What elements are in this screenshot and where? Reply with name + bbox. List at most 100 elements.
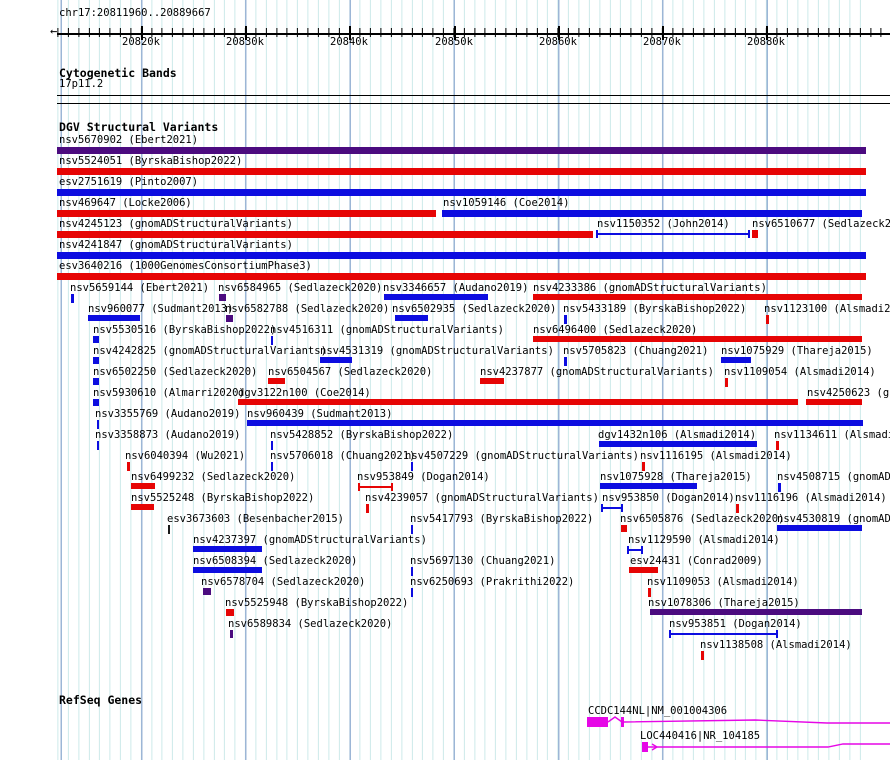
variant-label[interactable]: nsv5428852 (ByrskaBishop2022) — [270, 430, 453, 441]
variant-label[interactable]: nsv5659144 (Ebert2021) — [70, 283, 209, 294]
variant-bar[interactable] — [752, 230, 758, 238]
variant-label[interactable]: esv3640216 (1000GenomesConsortiumPhase3) — [59, 261, 312, 272]
variant-label[interactable]: nsv6508394 (Sedlazeck2020) — [193, 556, 357, 567]
variant-bar[interactable] — [725, 378, 728, 387]
variant-label[interactable]: nsv1116196 (Alsmadi2014) — [735, 493, 887, 504]
gene-exon[interactable] — [621, 717, 624, 727]
variant-bar[interactable] — [71, 294, 74, 303]
variant-bar[interactable] — [411, 567, 413, 576]
variant-bar[interactable] — [268, 378, 285, 384]
variant-bar[interactable] — [230, 630, 233, 638]
gene-exon[interactable] — [642, 742, 648, 752]
variant-bar[interactable] — [721, 357, 751, 363]
variant-bar[interactable] — [533, 294, 862, 300]
variant-bar[interactable] — [411, 462, 413, 471]
variant-label[interactable]: nsv5433189 (ByrskaBishop2022) — [563, 304, 746, 315]
variant-bar[interactable] — [411, 588, 413, 597]
variant-bar[interactable] — [600, 483, 697, 489]
variant-label[interactable]: nsv4237397 (gnomADStructuralVariants) — [193, 535, 427, 546]
variant-label[interactable]: nsv6582788 (Sedlazeck2020) — [225, 304, 389, 315]
variant-label[interactable]: esv2751619 (Pinto2007) — [59, 177, 198, 188]
variant-label[interactable]: nsv1059146 (Coe2014) — [443, 198, 569, 209]
variant-label[interactable]: nsv5530516 (ByrskaBishop2022) — [93, 325, 276, 336]
variant-bar[interactable] — [131, 483, 155, 489]
variant-bar[interactable] — [193, 546, 262, 552]
variant-label[interactable]: nsv4239057 (gnomADStructuralVariants) — [365, 493, 599, 504]
variant-bar[interactable] — [778, 483, 781, 492]
variant-label[interactable]: nsv6589834 (Sedlazeck2020) — [228, 619, 392, 630]
variant-label[interactable]: nsv4250623 (gn — [807, 388, 890, 399]
variant-label[interactable]: nsv1123100 (Alsmadi20 — [764, 304, 890, 315]
variant-label[interactable]: nsv953851 (Dogan2014) — [669, 619, 802, 630]
variant-bar[interactable] — [97, 420, 99, 429]
variant-bar[interactable] — [627, 546, 643, 554]
variant-bar[interactable] — [648, 588, 651, 597]
variant-label[interactable]: nsv6499232 (Sedlazeck2020) — [131, 472, 295, 483]
variant-bar[interactable] — [271, 462, 273, 471]
variant-bar[interactable] — [650, 609, 862, 615]
variant-bar[interactable] — [57, 231, 593, 238]
variant-bar[interactable] — [629, 567, 658, 573]
variant-bar[interactable] — [442, 210, 862, 217]
variant-label[interactable]: nsv5525948 (ByrskaBishop2022) — [225, 598, 408, 609]
variant-label[interactable]: nsv1075928 (Thareja2015) — [600, 472, 752, 483]
variant-label[interactable]: nsv1150352 (John2014) — [597, 219, 730, 230]
variant-label[interactable]: nsv6502250 (Sedlazeck2020) — [93, 367, 257, 378]
variant-label[interactable]: nsv4237877 (gnomADStructuralVariants) — [480, 367, 714, 378]
variant-bar[interactable] — [93, 336, 99, 343]
variant-label[interactable]: nsv6040394 (Wu2021) — [125, 451, 245, 462]
variant-label[interactable]: esv3673603 (Besenbacher2015) — [167, 514, 344, 525]
gene-label[interactable]: CCDC144NL|NM_001004306 — [588, 706, 727, 717]
variant-bar[interactable] — [621, 525, 627, 532]
variant-label[interactable]: nsv5706018 (Chuang2021) — [270, 451, 415, 462]
variant-bar[interactable] — [57, 210, 436, 217]
variant-bar[interactable] — [226, 609, 234, 616]
variant-bar[interactable] — [93, 399, 99, 406]
variant-label[interactable]: nsv6510677 (Sedlazeck20 — [752, 219, 890, 230]
variant-label[interactable]: nsv1134611 (Alsmadi2 — [774, 430, 890, 441]
variant-bar[interactable] — [219, 294, 226, 301]
variant-bar[interactable] — [366, 504, 369, 513]
variant-label[interactable]: nsv4241847 (gnomADStructuralVariants) — [59, 240, 293, 251]
variant-bar[interactable] — [701, 651, 704, 660]
variant-bar[interactable] — [320, 357, 352, 363]
variant-bar[interactable] — [57, 252, 866, 259]
variant-bar[interactable] — [358, 483, 393, 491]
variant-bar[interactable] — [57, 168, 866, 175]
variant-bar[interactable] — [564, 315, 567, 324]
cytoband-box[interactable] — [57, 95, 890, 104]
variant-label[interactable]: nsv3358873 (Audano2019) — [95, 430, 240, 441]
variant-label[interactable]: nsv6584965 (Sedlazeck2020) — [218, 283, 382, 294]
variant-bar[interactable] — [480, 378, 504, 384]
variant-label[interactable]: nsv5705823 (Chuang2021) — [563, 346, 708, 357]
variant-label[interactable]: nsv4508715 (gnomADSt — [777, 472, 890, 483]
variant-bar[interactable] — [168, 525, 170, 534]
variant-label[interactable]: nsv1116195 (Alsmadi2014) — [640, 451, 792, 462]
variant-bar[interactable] — [596, 230, 750, 238]
variant-bar[interactable] — [203, 588, 211, 595]
variant-bar[interactable] — [806, 399, 862, 405]
variant-label[interactable]: nsv4507229 (gnomADStructuralVariants) — [405, 451, 639, 462]
variant-label[interactable]: dgv3122n100 (Coe2014) — [238, 388, 371, 399]
variant-label[interactable]: nsv1075929 (Thareja2015) — [721, 346, 873, 357]
variant-label[interactable]: nsv1138508 (Alsmadi2014) — [700, 640, 852, 651]
variant-bar[interactable] — [599, 441, 757, 447]
gene-exon[interactable] — [587, 717, 608, 727]
variant-label[interactable]: nsv1078306 (Thareja2015) — [648, 598, 800, 609]
gene-label[interactable]: LOC440416|NR_104185 — [640, 731, 760, 742]
variant-bar[interactable] — [271, 441, 273, 450]
variant-bar[interactable] — [93, 357, 99, 364]
variant-label[interactable]: nsv960077 (Sudmant2013) — [88, 304, 233, 315]
variant-bar[interactable] — [411, 525, 413, 534]
variant-bar[interactable] — [669, 630, 778, 638]
variant-bar[interactable] — [395, 315, 428, 321]
variant-label[interactable]: nsv6578704 (Sedlazeck2020) — [201, 577, 365, 588]
variant-bar[interactable] — [193, 567, 262, 573]
variant-label[interactable]: nsv953849 (Dogan2014) — [357, 472, 490, 483]
variant-label[interactable]: nsv3346657 (Audano2019) — [383, 283, 528, 294]
variant-label[interactable]: nsv4516311 (gnomADStructuralVariants) — [270, 325, 504, 336]
variant-label[interactable]: nsv5524051 (ByrskaBishop2022) — [59, 156, 242, 167]
variant-bar[interactable] — [93, 378, 99, 385]
variant-label[interactable]: esv24431 (Conrad2009) — [630, 556, 763, 567]
variant-label[interactable]: nsv6502935 (Sedlazeck2020) — [392, 304, 556, 315]
